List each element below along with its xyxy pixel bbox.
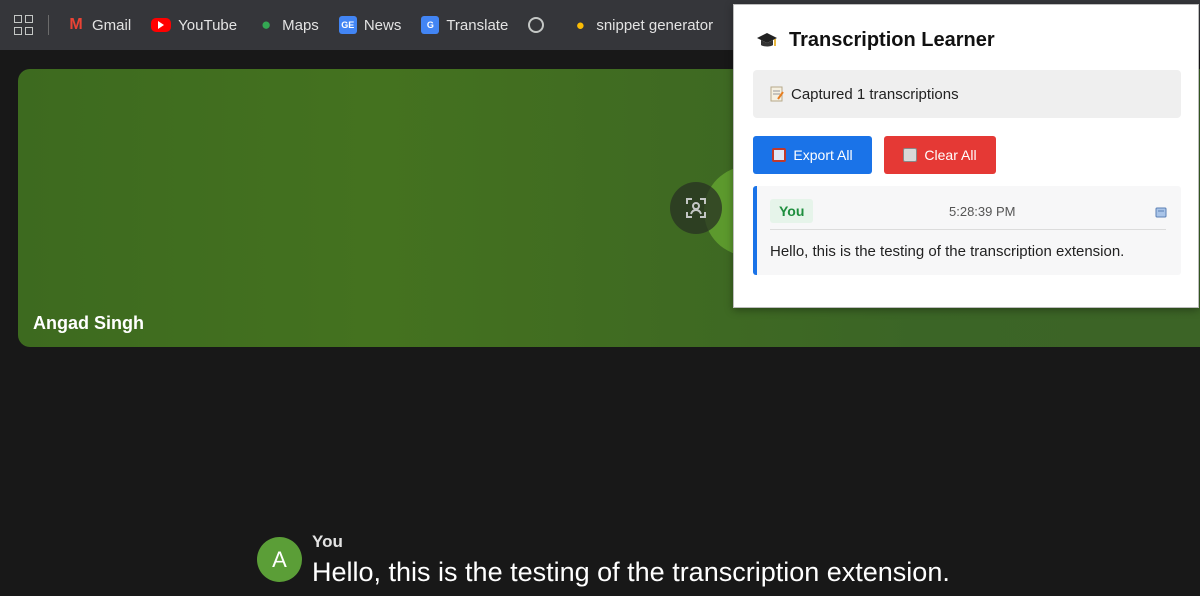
youtube-icon	[151, 18, 172, 32]
bookmark-translate[interactable]: G Translate	[421, 16, 508, 34]
bookmark-youtube[interactable]: YouTube	[151, 17, 237, 34]
caption-text: Hello, this is the testing of the transc…	[312, 557, 950, 587]
trash-icon	[903, 148, 918, 162]
gmail-icon: M	[69, 16, 83, 33]
entry-divider	[770, 229, 1166, 230]
bookmark-label: News	[363, 16, 402, 34]
apps-grid-icon[interactable]	[14, 15, 34, 35]
clipboard-icon	[772, 148, 787, 162]
entry-speaker-badge: You	[770, 199, 814, 223]
extension-popup: Transcription Learner Captured 1 transcr…	[733, 4, 1199, 308]
bookmarks-separator	[48, 15, 49, 35]
news-icon: GE	[338, 16, 357, 34]
bookmark-label: Maps	[282, 16, 319, 34]
bookmark-gmail[interactable]: M Gmail	[67, 16, 131, 34]
maps-icon: ●	[260, 15, 272, 34]
participant-name: Angad Singh	[33, 313, 144, 333]
memo-icon	[770, 86, 784, 102]
export-all-button[interactable]: Export All	[753, 136, 872, 174]
translate-icon: G	[421, 16, 440, 34]
caption-avatar: A	[257, 537, 302, 582]
delete-entry-icon[interactable]	[1155, 206, 1167, 218]
bookmark-label: snippet generator	[596, 16, 714, 34]
bookmark-label: Gmail	[92, 16, 132, 34]
status-text: Captured 1 transcriptions	[791, 85, 959, 103]
popup-title: Transcription Learner	[789, 29, 995, 51]
snippet-icon: ●	[575, 16, 585, 34]
bookmark-label: YouTube	[178, 16, 238, 34]
bookmark-news[interactable]: GE News	[338, 16, 402, 34]
bookmark-maps[interactable]: ● Maps	[257, 15, 319, 34]
bookmark-label: Translate	[446, 16, 509, 34]
bookmark-snippet-generator[interactable]: ● snippet generator	[571, 16, 713, 34]
clear-all-label: Clear All	[924, 147, 977, 163]
status-box: Captured 1 transcriptions	[753, 70, 1181, 118]
export-all-label: Export All	[793, 147, 853, 163]
bookmark-globe[interactable]	[528, 17, 551, 33]
transcription-entry: You 5:28:39 PM Hello, this is the testin…	[753, 186, 1181, 275]
graduation-cap-icon	[757, 32, 777, 46]
entry-text: Hello, this is the testing of the transc…	[770, 243, 1125, 260]
globe-icon	[528, 17, 545, 33]
clear-all-button[interactable]: Clear All	[884, 136, 996, 174]
reframe-icon	[686, 198, 706, 218]
reframe-button[interactable]	[670, 182, 722, 234]
caption-speaker: You	[312, 532, 343, 551]
popup-header: Transcription Learner	[756, 29, 995, 52]
entry-timestamp: 5:28:39 PM	[949, 204, 1016, 219]
